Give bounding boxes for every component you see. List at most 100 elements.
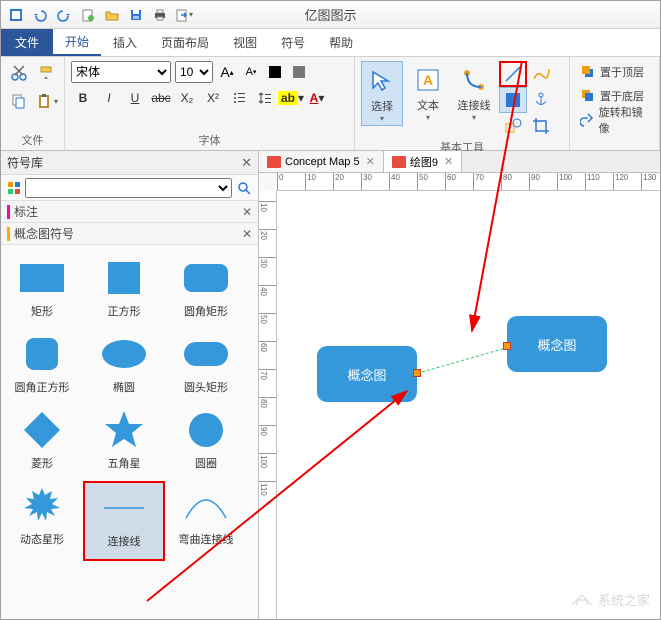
- tools-group: 选择 ▾ A 文本 ▾ 连接线 ▾ 基本工具: [355, 57, 570, 150]
- panel-title: 符号库: [7, 154, 241, 171]
- app-title: 亿图图示: [304, 5, 356, 24]
- shape-circle[interactable]: 圆圈: [165, 405, 247, 481]
- highlight-icon[interactable]: ab▾: [279, 87, 303, 109]
- tab-help[interactable]: 帮助: [317, 29, 365, 56]
- app-menu-icon[interactable]: [5, 4, 27, 26]
- bullets-icon[interactable]: [227, 87, 251, 109]
- print-icon[interactable]: [149, 4, 171, 26]
- close-tab-icon[interactable]: ✕: [444, 155, 453, 168]
- paste-icon[interactable]: ▾: [35, 89, 59, 113]
- geometry-tool[interactable]: [499, 113, 527, 139]
- close-tab-icon[interactable]: ✕: [366, 155, 375, 168]
- arrange-group: 置于顶层 置于底层 旋转和镜像: [570, 57, 660, 150]
- ruler-horizontal: 0 10 20 30 40 50 60 70 80 90 100 110 120…: [277, 173, 660, 191]
- font-size-select[interactable]: 10: [175, 61, 213, 83]
- undo-icon[interactable]: [29, 4, 51, 26]
- section-concept[interactable]: 概念图符号 ✕: [1, 223, 258, 245]
- cut-icon[interactable]: [7, 61, 31, 85]
- line-tool[interactable]: [499, 61, 527, 87]
- tab-start[interactable]: 开始: [53, 29, 101, 56]
- connector-tool[interactable]: 连接线 ▾: [453, 61, 495, 124]
- watermark: 系统之家: [570, 589, 650, 609]
- rotate-mirror-button[interactable]: 旋转和镜像: [576, 109, 653, 131]
- section-callout[interactable]: 标注 ✕: [1, 201, 258, 223]
- search-icon[interactable]: [234, 178, 254, 198]
- tab-view[interactable]: 视图: [221, 29, 269, 56]
- font-color-icon[interactable]: A▾: [305, 87, 329, 109]
- strike-button[interactable]: abc: [149, 87, 173, 109]
- subscript-button[interactable]: X₂: [175, 87, 199, 109]
- concept-node-1[interactable]: 概念图: [317, 346, 417, 402]
- font-color-swatch[interactable]: [265, 62, 285, 82]
- tab-insert[interactable]: 插入: [101, 29, 149, 56]
- svg-text:A: A: [423, 72, 433, 88]
- tab-layout[interactable]: 页面布局: [149, 29, 221, 56]
- font-group: 宋体 10 A▴ A▾ B I U abc X₂ X² ab▾: [65, 57, 355, 150]
- grow-font-icon[interactable]: A▴: [217, 62, 237, 82]
- library-toggle-icon[interactable]: [5, 179, 23, 197]
- text-tool[interactable]: A 文本 ▾: [407, 61, 449, 124]
- ribbon-tabs: 文件 开始 插入 页面布局 视图 符号 帮助: [1, 29, 660, 57]
- italic-button[interactable]: I: [97, 87, 121, 109]
- section-stripe-icon: [7, 227, 10, 241]
- symbol-library-panel: 符号库 ✕ 标注 ✕ 概念图符号 ✕ 矩形 正方形 圆角矩形 圆角正方形: [1, 151, 259, 619]
- shape-square[interactable]: 正方形: [83, 253, 165, 329]
- document-tabs: Concept Map 5✕ 绘图9✕: [259, 151, 660, 173]
- connector-handle-start[interactable]: [413, 369, 421, 377]
- open-icon[interactable]: [101, 4, 123, 26]
- shape-star[interactable]: 五角星: [83, 405, 165, 481]
- line-spacing-icon[interactable]: [253, 87, 277, 109]
- library-select[interactable]: [25, 178, 232, 198]
- font-name-select[interactable]: 宋体: [71, 61, 171, 83]
- bring-front-button[interactable]: 置于顶层: [576, 61, 648, 83]
- tab-symbol[interactable]: 符号: [269, 29, 317, 56]
- file-tab[interactable]: 文件: [1, 29, 53, 56]
- ribbon: ▾ 文件 宋体 10 A▴ A▾ B I U abc: [1, 57, 660, 151]
- panel-close-icon[interactable]: ✕: [241, 155, 252, 171]
- shapes-grid: 矩形 正方形 圆角矩形 圆角正方形 椭圆 圆头矩形 菱形 五角星 圆圈 动态星形…: [1, 245, 258, 619]
- shape-dynamic-star[interactable]: 动态星形: [1, 481, 83, 561]
- section-stripe-icon: [7, 205, 10, 219]
- title-bar: ▾ 亿图图示: [1, 1, 660, 29]
- doc-icon: [267, 156, 281, 168]
- pencil-tool[interactable]: [527, 61, 555, 87]
- main-area: 符号库 ✕ 标注 ✕ 概念图符号 ✕ 矩形 正方形 圆角矩形 圆角正方形: [1, 151, 660, 619]
- crop-tool[interactable]: [527, 113, 555, 139]
- canvas[interactable]: 概念图 概念图 系统之家: [277, 191, 660, 619]
- new-icon[interactable]: [77, 4, 99, 26]
- doc-tab-drawing9[interactable]: 绘图9✕: [384, 151, 462, 172]
- superscript-button[interactable]: X²: [201, 87, 225, 109]
- panel-search-row: [1, 175, 258, 201]
- font-shadow-swatch[interactable]: [289, 62, 309, 82]
- section-close-icon[interactable]: ✕: [242, 227, 252, 241]
- shape-ellipse[interactable]: 椭圆: [83, 329, 165, 405]
- redo-icon[interactable]: [53, 4, 75, 26]
- canvas-wrap: Concept Map 5✕ 绘图9✕ 0 10 20 30 40 50 60 …: [259, 151, 660, 619]
- shrink-font-icon[interactable]: A▾: [241, 62, 261, 82]
- shape-round-rect[interactable]: 圆角矩形: [165, 253, 247, 329]
- underline-button[interactable]: U: [123, 87, 147, 109]
- bold-button[interactable]: B: [71, 87, 95, 109]
- copy-icon[interactable]: [7, 89, 31, 113]
- connector-line[interactable]: [417, 347, 509, 374]
- select-tool[interactable]: 选择 ▾: [361, 61, 403, 126]
- shape-align-tool[interactable]: [499, 87, 527, 113]
- concept-node-2[interactable]: 概念图: [507, 316, 607, 372]
- shape-round-square[interactable]: 圆角正方形: [1, 329, 83, 405]
- shape-rect[interactable]: 矩形: [1, 253, 83, 329]
- export-icon[interactable]: ▾: [173, 4, 195, 26]
- ruler-vertical: 10 20 30 40 50 60 70 80 90 100 110: [259, 191, 277, 619]
- shape-diamond[interactable]: 菱形: [1, 405, 83, 481]
- shape-round-head-rect[interactable]: 圆头矩形: [165, 329, 247, 405]
- format-painter-icon[interactable]: [35, 61, 59, 85]
- connector-handle-end[interactable]: [503, 342, 511, 350]
- save-icon[interactable]: [125, 4, 147, 26]
- shape-curve[interactable]: 弯曲连接线: [165, 481, 247, 561]
- panel-header: 符号库 ✕: [1, 151, 258, 175]
- doc-tab-concept-map[interactable]: Concept Map 5✕: [259, 151, 384, 172]
- anchor-tool[interactable]: [527, 87, 555, 113]
- shape-line[interactable]: 连接线: [83, 481, 165, 561]
- section-close-icon[interactable]: ✕: [242, 205, 252, 219]
- clipboard-label: 文件: [7, 132, 58, 148]
- doc-icon: [392, 156, 406, 168]
